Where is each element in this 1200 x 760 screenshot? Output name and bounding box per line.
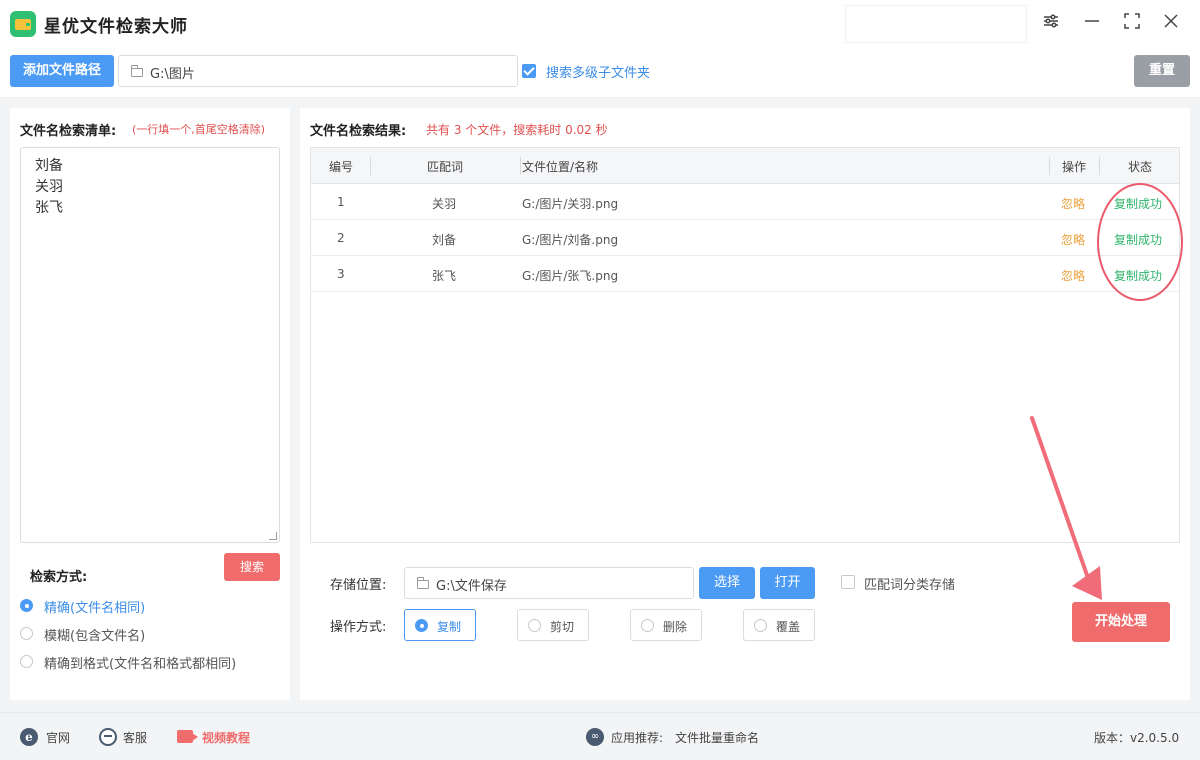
name-line: 张飞 (35, 200, 63, 216)
fullscreen-icon[interactable] (1120, 12, 1144, 36)
results-summary: 共有 3 个文件，搜索耗时 0.02 秒 (426, 123, 608, 137)
row-match-word: 张飞 (432, 269, 457, 283)
ignore-link[interactable]: 忽略 (1061, 267, 1085, 284)
website-link[interactable]: 官网 (46, 729, 70, 746)
op-copy-radio (415, 619, 428, 632)
classify-label[interactable]: 匹配词分类存储 (864, 574, 955, 593)
table-row[interactable]: 2 刘备 G:/图片/刘备.png 忽略 复制成功 (311, 220, 1179, 256)
mode-label-fuzzy[interactable]: 模糊(包含文件名) (44, 625, 145, 644)
minimize-icon[interactable] (1080, 12, 1104, 36)
op-overwrite-option[interactable]: 覆盖 (743, 609, 815, 641)
add-path-button[interactable]: 添加文件路径 (10, 55, 114, 87)
classify-checkbox[interactable] (841, 575, 855, 589)
title-bar: 星优文件检索大师 (0, 0, 1200, 48)
col-status: 状态 (1128, 160, 1153, 174)
mode-radio-format[interactable] (20, 655, 33, 668)
results-table: 编号 匹配词 文件位置/名称 操作 状态 1 关羽 G:/图片/关羽.png 忽… (310, 147, 1180, 543)
col-file-path: 文件位置/名称 (522, 160, 599, 174)
close-icon[interactable] (1159, 12, 1183, 36)
subfolder-checkbox[interactable] (522, 64, 536, 78)
reset-button[interactable]: 重置 (1134, 55, 1190, 87)
ignore-link[interactable]: 忽略 (1061, 231, 1085, 248)
table-row[interactable]: 1 关羽 G:/图片/关羽.png 忽略 复制成功 (311, 184, 1179, 220)
storage-path-value: G:\文件保存 (436, 579, 507, 594)
row-status: 复制成功 (1114, 269, 1163, 283)
row-match-word: 关羽 (432, 197, 457, 211)
website-icon[interactable]: e (20, 728, 38, 746)
ignore-link[interactable]: 忽略 (1061, 195, 1085, 212)
mode-radio-exact[interactable] (20, 599, 33, 612)
folder-icon (131, 65, 143, 77)
search-button[interactable]: 搜索 (224, 553, 280, 581)
search-list-hint: (一行填一个,首尾空格清除) (132, 123, 266, 136)
row-file-path: G:/图片/刘备.png (522, 233, 619, 247)
subfolder-label[interactable]: 搜索多级子文件夹 (546, 62, 650, 81)
path-input[interactable]: G:\图片 (118, 55, 518, 87)
mode-radio-fuzzy[interactable] (20, 627, 33, 640)
row-file-path: G:/图片/张飞.png (522, 269, 619, 283)
row-number: 1 (337, 195, 345, 209)
table-header: 编号 匹配词 文件位置/名称 操作 状态 (311, 148, 1179, 184)
row-file-path: G:/图片/关羽.png (522, 197, 619, 211)
results-panel: 文件名检索结果: 共有 3 个文件，搜索耗时 0.02 秒 编号 匹配词 文件位… (300, 108, 1190, 700)
row-status: 复制成功 (1114, 233, 1163, 247)
recommend-label: 应用推荐: (611, 731, 664, 745)
footer: e 官网 客服 视频教程 ∞ 应用推荐: 文件批量重命名 版本：v2.0.5.0 (0, 712, 1200, 760)
wallet-icon (10, 11, 36, 37)
app-title: 星优文件检索大师 (44, 17, 188, 37)
search-list-title: 文件名检索清单: (20, 124, 117, 139)
start-processing-button[interactable]: 开始处理 (1072, 602, 1170, 642)
search-list-panel: 文件名检索清单: (一行填一个,首尾空格清除) 刘备 关羽 张飞 检索方式: 搜… (10, 108, 290, 700)
recommend-app-link[interactable]: 文件批量重命名 (675, 729, 759, 746)
op-overwrite-radio (754, 619, 767, 632)
names-textarea[interactable]: 刘备 关羽 张飞 (20, 147, 280, 543)
operation-label: 操作方式: (330, 620, 387, 635)
choose-button[interactable]: 选择 (699, 567, 755, 599)
row-match-word: 刘备 (432, 233, 457, 247)
row-number: 3 (337, 267, 345, 281)
mode-label-format[interactable]: 精确到格式(文件名和格式都相同) (44, 653, 236, 672)
op-copy-label: 复制 (437, 620, 462, 634)
search-mode-label: 检索方式: (30, 570, 88, 585)
video-icon[interactable] (177, 730, 198, 743)
toolbar: 添加文件路径 G:\图片 搜索多级子文件夹 重置 (0, 48, 1200, 98)
open-button[interactable]: 打开 (760, 567, 815, 599)
path-value: G:\图片 (150, 67, 195, 82)
link-icon: ∞ (586, 728, 604, 746)
support-link[interactable]: 客服 (123, 729, 147, 746)
storage-path-input[interactable]: G:\文件保存 (404, 567, 694, 599)
col-number: 编号 (329, 160, 354, 174)
op-delete-option[interactable]: 删除 (630, 609, 702, 641)
support-icon[interactable] (99, 728, 117, 746)
op-delete-label: 删除 (663, 620, 688, 634)
version-text: 版本：v2.0.5.0 (1094, 731, 1180, 745)
col-operation: 操作 (1062, 160, 1087, 174)
video-tutorial-link[interactable]: 视频教程 (202, 729, 250, 746)
results-title: 文件名检索结果: (310, 124, 407, 139)
op-cut-label: 剪切 (550, 620, 575, 634)
op-cut-option[interactable]: 剪切 (517, 609, 589, 641)
name-line: 关羽 (35, 179, 63, 195)
folder-icon (417, 577, 429, 589)
resize-grip-icon[interactable] (269, 532, 277, 540)
storage-label: 存储位置: (330, 578, 387, 593)
table-row[interactable]: 3 张飞 G:/图片/张飞.png 忽略 复制成功 (311, 256, 1179, 292)
op-overwrite-label: 覆盖 (776, 620, 801, 634)
op-cut-radio (528, 619, 541, 632)
title-blank-area (845, 5, 1027, 43)
col-match-word: 匹配词 (427, 160, 464, 174)
op-copy-option[interactable]: 复制 (404, 609, 476, 641)
settings-icon[interactable] (1039, 12, 1063, 36)
row-number: 2 (337, 231, 345, 245)
mode-label-exact[interactable]: 精确(文件名相同) (44, 597, 145, 616)
op-delete-radio (641, 619, 654, 632)
name-line: 刘备 (35, 158, 63, 174)
row-status: 复制成功 (1114, 197, 1163, 211)
